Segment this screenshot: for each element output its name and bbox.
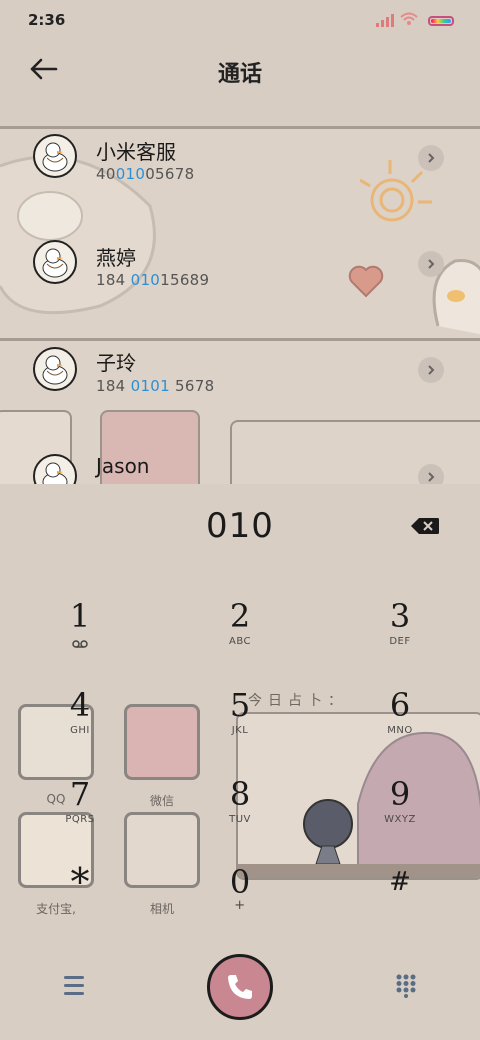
chevron-right-icon[interactable]	[418, 357, 444, 383]
status-time: 2:36	[28, 11, 66, 29]
voicemail-icon	[72, 640, 88, 648]
contact-row[interactable]: 小米客服 4001005678	[0, 126, 480, 232]
key-4[interactable]: 4 GHI	[20, 687, 140, 767]
key-8[interactable]: 8 TUV	[180, 776, 300, 856]
key-7[interactable]: 7 PQRS	[20, 776, 140, 856]
key-0[interactable]: 0 +	[180, 864, 300, 944]
dialpad-icon[interactable]	[396, 974, 416, 998]
contact-name: 小米客服	[96, 140, 176, 164]
contact-row[interactable]: 燕婷 184 01015689	[0, 232, 480, 338]
phone-icon	[228, 975, 252, 999]
key-3[interactable]: 3 DEF	[340, 598, 460, 678]
contact-name: 子玲	[96, 351, 136, 375]
call-button[interactable]	[207, 954, 273, 1020]
key-6[interactable]: 6 MNO	[340, 687, 460, 767]
contact-results-list: 小米客服 4001005678 燕婷 184 01015689 子玲 184 0…	[0, 126, 480, 484]
key-1[interactable]: 1	[20, 598, 140, 678]
contact-avatar	[33, 347, 77, 391]
signal-icon	[376, 14, 394, 27]
menu-icon[interactable]	[64, 976, 84, 995]
key-star[interactable]: *	[20, 863, 140, 944]
contact-avatar	[33, 240, 77, 284]
status-bar: 2:36	[0, 0, 480, 40]
contact-name: Jason	[96, 454, 150, 478]
key-5[interactable]: 5 JKL	[180, 687, 300, 767]
key-hash[interactable]: #	[340, 864, 460, 944]
page-title: 通话	[217, 62, 262, 87]
chevron-right-icon[interactable]	[418, 145, 444, 171]
contact-name: 燕婷	[96, 246, 136, 270]
wifi-icon	[400, 12, 418, 25]
key-2[interactable]: 2 ABC	[180, 598, 300, 678]
contact-number: 184 01015689	[96, 271, 210, 289]
battery-icon	[428, 16, 454, 26]
key-9[interactable]: 9 WXYZ	[340, 776, 460, 856]
chevron-right-icon[interactable]	[418, 464, 444, 484]
chevron-right-icon[interactable]	[418, 251, 444, 277]
backspace-icon[interactable]	[410, 517, 440, 535]
contact-number: 4001005678	[96, 165, 195, 183]
contact-row[interactable]: Jason	[0, 446, 480, 484]
dial-input[interactable]: 010	[0, 506, 480, 546]
contact-number: 184 0101 5678	[96, 377, 215, 395]
contact-avatar	[33, 454, 77, 484]
contact-avatar	[33, 134, 77, 178]
dialer-panel: QQ 微信 支付宝, 相机 今日占卜： 010 1 2 ABC 3 DEF 4 GHI…	[0, 484, 480, 1040]
